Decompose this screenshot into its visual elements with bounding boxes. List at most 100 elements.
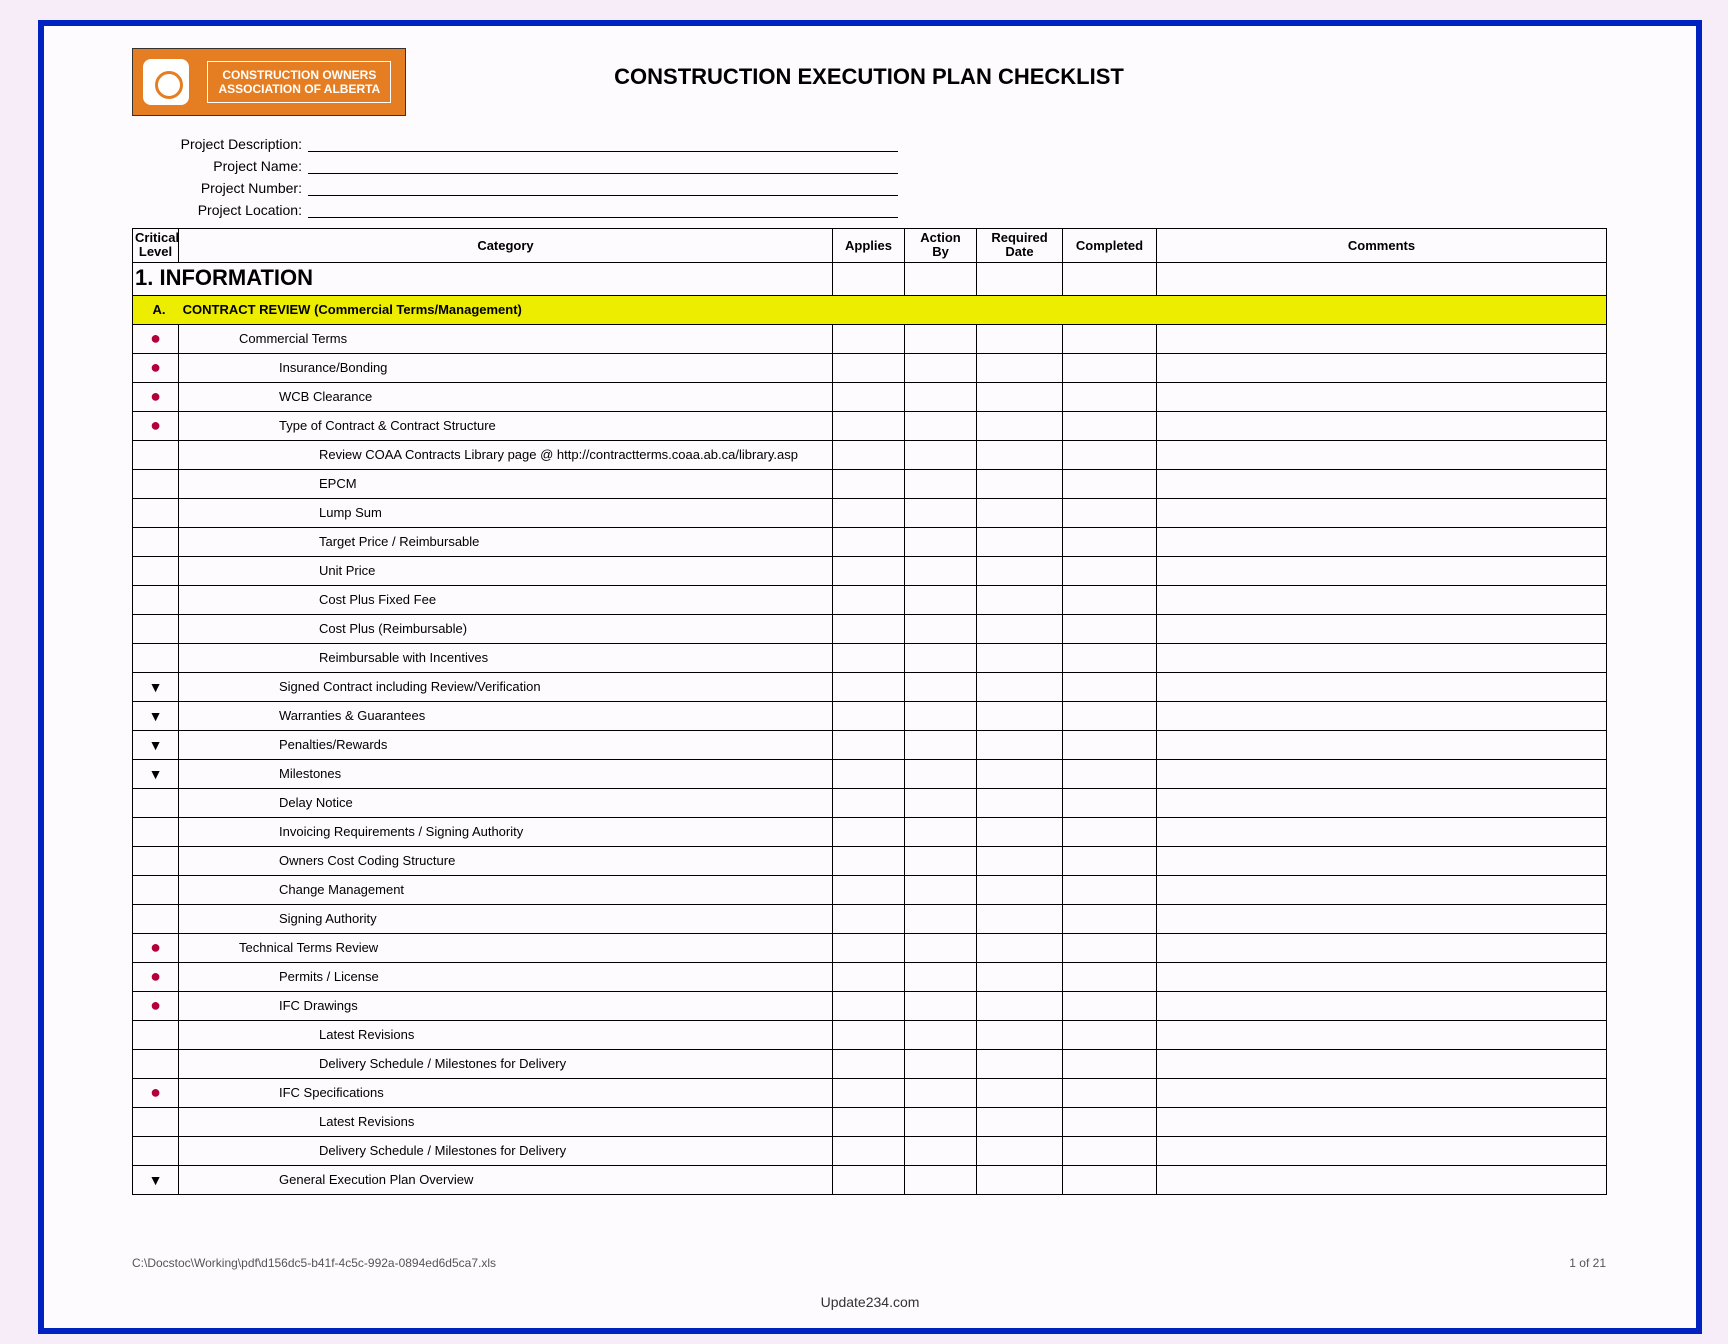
empty-cell <box>1157 556 1607 585</box>
table-row: ●IFC Specifications <box>133 1078 1607 1107</box>
empty-cell <box>1063 904 1157 933</box>
meta-row: Project Description: <box>132 130 1606 152</box>
category-cell: IFC Drawings <box>179 991 833 1020</box>
table-row: ▼Signed Contract including Review/Verifi… <box>133 672 1607 701</box>
empty-cell <box>833 440 905 469</box>
empty-cell <box>833 411 905 440</box>
empty-cell <box>133 614 179 643</box>
empty-cell <box>1063 353 1157 382</box>
empty-cell <box>133 469 179 498</box>
category-cell: Type of Contract & Contract Structure <box>179 411 833 440</box>
empty-cell <box>1063 643 1157 672</box>
empty-cell <box>1063 788 1157 817</box>
meta-row: Project Number: <box>132 174 1606 196</box>
table-row: ●Technical Terms Review <box>133 933 1607 962</box>
document-frame: CONSTRUCTION EXECUTION PLAN CHECKLIST CO… <box>38 20 1702 1334</box>
empty-cell <box>833 991 905 1020</box>
empty-cell <box>1157 991 1607 1020</box>
category-cell: Penalties/Rewards <box>179 730 833 759</box>
empty-cell <box>1157 1078 1607 1107</box>
empty-cell <box>833 614 905 643</box>
empty-cell <box>1157 701 1607 730</box>
empty-cell <box>977 440 1063 469</box>
empty-cell <box>1063 730 1157 759</box>
table-row: Latest Revisions <box>133 1020 1607 1049</box>
category-cell: Owners Cost Coding Structure <box>179 846 833 875</box>
empty-cell <box>833 962 905 991</box>
empty-cell <box>977 527 1063 556</box>
empty-cell <box>905 904 977 933</box>
empty-cell <box>133 498 179 527</box>
category-cell: WCB Clearance <box>179 382 833 411</box>
empty-cell <box>833 817 905 846</box>
empty-cell <box>833 933 905 962</box>
empty-cell <box>1063 527 1157 556</box>
table-row: Target Price / Reimbursable <box>133 527 1607 556</box>
table-row: Lump Sum <box>133 498 1607 527</box>
table-row: Invoicing Requirements / Signing Authori… <box>133 817 1607 846</box>
category-cell: Signed Contract including Review/Verific… <box>179 672 833 701</box>
empty-cell <box>905 730 977 759</box>
table-row: ▼Penalties/Rewards <box>133 730 1607 759</box>
category-cell: Insurance/Bonding <box>179 353 833 382</box>
meta-blank-line <box>308 155 898 174</box>
category-cell: Delay Notice <box>179 788 833 817</box>
triangle-icon: ▼ <box>133 730 179 759</box>
empty-cell <box>1063 701 1157 730</box>
empty-cell <box>905 1020 977 1049</box>
table-row: ●Insurance/Bonding <box>133 353 1607 382</box>
bullet-icon: ● <box>133 962 179 991</box>
empty-cell <box>977 759 1063 788</box>
empty-cell <box>833 759 905 788</box>
empty-cell <box>1157 469 1607 498</box>
empty-cell <box>977 846 1063 875</box>
section-title: 1. INFORMATION <box>133 262 833 295</box>
category-cell: Signing Authority <box>179 904 833 933</box>
empty-cell <box>977 643 1063 672</box>
subsection-title-cell: A. CONTRACT REVIEW (Commercial Terms/Man… <box>133 295 1607 324</box>
triangle-icon: ▼ <box>133 672 179 701</box>
empty-cell <box>1063 498 1157 527</box>
empty-cell <box>133 904 179 933</box>
category-cell: Latest Revisions <box>179 1020 833 1049</box>
empty-cell <box>833 643 905 672</box>
col-completed: Completed <box>1063 229 1157 263</box>
subsection-header-row: A. CONTRACT REVIEW (Commercial Terms/Man… <box>133 295 1607 324</box>
empty-cell <box>905 875 977 904</box>
empty-cell <box>905 933 977 962</box>
empty-cell <box>1063 875 1157 904</box>
meta-row: Project Name: <box>132 152 1606 174</box>
category-cell: Invoicing Requirements / Signing Authori… <box>179 817 833 846</box>
empty-cell <box>905 353 977 382</box>
empty-cell <box>833 904 905 933</box>
col-category: Category <box>179 229 833 263</box>
bullet-icon: ● <box>133 411 179 440</box>
empty-cell <box>1063 962 1157 991</box>
empty-cell <box>1063 469 1157 498</box>
empty-cell <box>1157 498 1607 527</box>
category-cell: Change Management <box>179 875 833 904</box>
table-row: Signing Authority <box>133 904 1607 933</box>
empty-cell <box>1157 672 1607 701</box>
empty-cell <box>905 701 977 730</box>
table-row: Owners Cost Coding Structure <box>133 846 1607 875</box>
col-applies: Applies <box>833 229 905 263</box>
empty-cell <box>1063 382 1157 411</box>
empty-cell <box>1157 933 1607 962</box>
empty-cell <box>977 817 1063 846</box>
footer-page: 1 of 21 <box>1569 1256 1606 1270</box>
table-row: Unit Price <box>133 556 1607 585</box>
empty-cell <box>833 846 905 875</box>
meta-label: Project Name: <box>132 158 308 174</box>
empty-cell <box>133 527 179 556</box>
category-cell: Reimbursable with Incentives <box>179 643 833 672</box>
checklist-table: Critical Level Category Applies Action B… <box>132 228 1607 1195</box>
project-meta: Project Description: Project Name: Proje… <box>132 130 1606 218</box>
section-header-row: 1. INFORMATION <box>133 262 1607 295</box>
table-row: Delivery Schedule / Milestones for Deliv… <box>133 1136 1607 1165</box>
empty-cell <box>1063 1136 1157 1165</box>
empty-cell <box>1063 324 1157 353</box>
empty-cell <box>833 556 905 585</box>
empty-cell <box>833 1136 905 1165</box>
empty-cell <box>905 324 977 353</box>
